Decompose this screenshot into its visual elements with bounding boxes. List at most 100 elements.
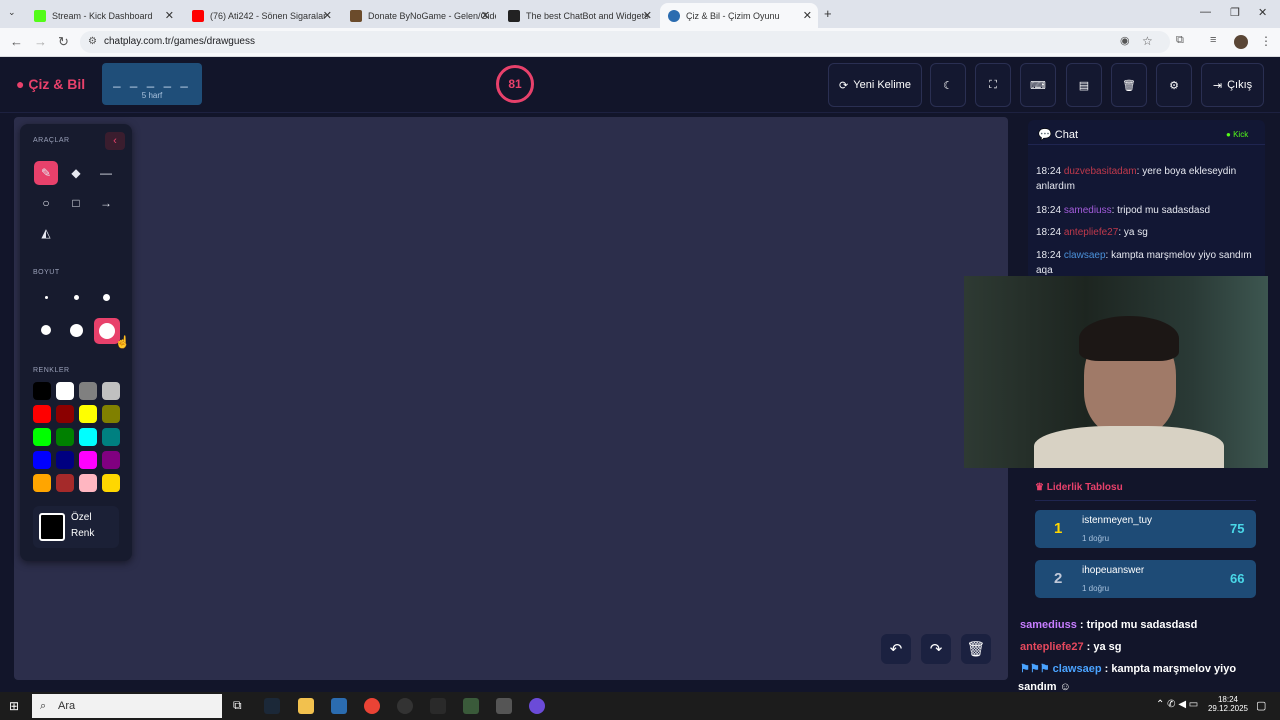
window-close-button[interactable]: ✕ xyxy=(1258,6,1267,19)
tab-drawguess[interactable]: Çiz & Bil - Çizim Oyunu ✕ xyxy=(660,3,818,28)
clear-canvas-button[interactable]: 🗑 xyxy=(961,634,991,664)
color-swatch[interactable] xyxy=(33,451,51,469)
tab-bynogame[interactable]: Donate ByNoGame - Gelen/Giden ✕ xyxy=(342,3,496,28)
color-swatch[interactable] xyxy=(79,405,97,423)
msg-user[interactable]: antepliefe27 xyxy=(1064,227,1119,238)
settings-button[interactable]: ⚙ xyxy=(1156,63,1192,107)
chat-message: 18:24 samediuss: tripod mu sadasdasd xyxy=(1036,203,1256,218)
taskbar-clock[interactable]: 18:24 29.12.2025 xyxy=(1203,695,1253,713)
circle-tool[interactable]: ○ xyxy=(34,191,58,215)
color-swatch[interactable] xyxy=(56,382,74,400)
fullscreen-button[interactable]: ⛶ xyxy=(975,63,1011,107)
tab-list-icon[interactable]: ⌄ xyxy=(8,7,20,19)
store-icon[interactable] xyxy=(331,698,347,714)
fill-tool[interactable]: ◭ xyxy=(34,221,58,245)
brush-tool[interactable]: ✎ xyxy=(34,161,58,185)
close-icon[interactable]: ✕ xyxy=(643,9,652,22)
windows-start-icon[interactable]: ⊞ xyxy=(9,699,19,713)
size-option-3[interactable] xyxy=(103,294,110,301)
color-swatch[interactable] xyxy=(56,428,74,446)
line-tool[interactable]: — xyxy=(94,161,118,185)
redo-button[interactable]: ↷ xyxy=(921,634,951,664)
custom-color-preview xyxy=(39,513,65,541)
word-blanks: _ _ _ _ _ xyxy=(113,73,191,88)
file-explorer-icon[interactable] xyxy=(298,698,314,714)
close-icon[interactable]: ✕ xyxy=(803,9,812,22)
system-tray-icons[interactable]: ⌃ ✆ ◀ ▭ xyxy=(1156,699,1198,710)
search-placeholder: Ara xyxy=(58,700,76,712)
color-swatch[interactable] xyxy=(79,428,97,446)
color-swatch[interactable] xyxy=(79,474,97,492)
chrome-icon[interactable] xyxy=(364,698,380,714)
msg-user[interactable]: samediuss xyxy=(1064,205,1112,216)
color-swatch[interactable] xyxy=(33,382,51,400)
obs-icon[interactable] xyxy=(397,698,413,714)
new-tab-button[interactable]: + xyxy=(824,6,832,21)
url-input[interactable]: ⚙ chatplay.com.tr/games/drawguess xyxy=(80,31,1170,53)
size-option-1[interactable] xyxy=(45,296,48,299)
msg-user[interactable]: duzvebasitadam xyxy=(1064,166,1137,177)
eye-off-icon[interactable]: ◉ xyxy=(1120,34,1130,47)
close-icon[interactable]: ✕ xyxy=(165,9,174,22)
avatar[interactable] xyxy=(1234,35,1248,49)
color-swatch[interactable] xyxy=(102,474,120,492)
media-icon[interactable]: ≡ xyxy=(1210,34,1216,46)
size-option-5[interactable] xyxy=(70,324,83,337)
app-icon[interactable] xyxy=(463,698,479,714)
size-option-2[interactable] xyxy=(74,295,79,300)
color-swatch[interactable] xyxy=(56,451,74,469)
close-icon[interactable]: ✕ xyxy=(323,9,332,22)
extensions-icon[interactable]: ⧉ xyxy=(1176,34,1184,47)
color-swatch[interactable] xyxy=(102,382,120,400)
close-icon[interactable]: ✕ xyxy=(481,9,490,22)
epic-games-icon[interactable] xyxy=(430,698,446,714)
leader-sub: 1 doğru xyxy=(1082,534,1110,543)
palette-icon: ● xyxy=(16,76,25,92)
task-view-icon[interactable]: ⧉ xyxy=(233,698,242,713)
msg-user[interactable]: clawsaep xyxy=(1064,250,1106,261)
color-swatch[interactable] xyxy=(56,474,74,492)
color-swatch[interactable] xyxy=(79,382,97,400)
color-swatch[interactable] xyxy=(33,428,51,446)
taskbar-search-input[interactable]: ⌕ Ara xyxy=(32,694,222,718)
tab-chatbot[interactable]: The best ChatBot and Widgets ✕ xyxy=(500,3,658,28)
color-swatch[interactable] xyxy=(33,405,51,423)
arrow-tool[interactable]: → xyxy=(94,191,118,215)
archive-button[interactable]: ▤ xyxy=(1066,63,1102,107)
reload-icon[interactable]: ↻ xyxy=(58,34,69,50)
menu-icon[interactable]: ⋮ xyxy=(1260,34,1272,48)
custom-color-button[interactable]: Özel Renk xyxy=(33,506,119,548)
dark-mode-button[interactable]: ☾ xyxy=(930,63,966,107)
exit-button[interactable]: ⇥ Çıkış xyxy=(1201,63,1264,107)
star-icon[interactable]: ☆ xyxy=(1142,34,1153,48)
drawing-canvas[interactable] xyxy=(14,117,1008,680)
color-swatch[interactable] xyxy=(102,451,120,469)
new-word-button[interactable]: ⟳ Yeni Kelime xyxy=(828,63,922,107)
collapse-panel-button[interactable]: ‹ xyxy=(105,132,125,150)
keyboard-button[interactable]: ⌨ xyxy=(1020,63,1056,107)
eraser-tool[interactable]: ◆ xyxy=(64,161,88,185)
app-icon[interactable] xyxy=(496,698,512,714)
color-swatch[interactable] xyxy=(33,474,51,492)
tab-youtube[interactable]: (76) Ati242 - Sönen Sigaralar ✕ xyxy=(184,3,338,28)
color-swatch[interactable] xyxy=(56,405,74,423)
trash-icon: 🗑 xyxy=(1122,79,1136,92)
chat-divider xyxy=(1028,144,1265,145)
color-swatch[interactable] xyxy=(102,428,120,446)
forward-icon[interactable]: → xyxy=(34,34,47,49)
undo-button[interactable]: ↶ xyxy=(881,634,911,664)
size-option-4[interactable] xyxy=(41,325,51,335)
color-swatch[interactable] xyxy=(102,405,120,423)
site-info-icon[interactable]: ⚙ xyxy=(88,31,97,53)
restore-button[interactable]: ❐ xyxy=(1230,6,1240,19)
minimize-button[interactable]: — xyxy=(1200,6,1211,18)
steam-icon[interactable] xyxy=(264,698,280,714)
back-icon[interactable]: ← xyxy=(10,34,23,49)
rectangle-tool[interactable]: □ xyxy=(64,191,88,215)
app-icon[interactable] xyxy=(529,698,545,714)
color-swatch[interactable] xyxy=(79,451,97,469)
notifications-icon[interactable]: ▢ xyxy=(1256,699,1266,712)
trash-button[interactable]: 🗑 xyxy=(1111,63,1147,107)
app-logo[interactable]: ● Çiz & Bil xyxy=(16,76,85,92)
tab-kick[interactable]: Stream - Kick Dashboard ✕ xyxy=(26,3,180,28)
